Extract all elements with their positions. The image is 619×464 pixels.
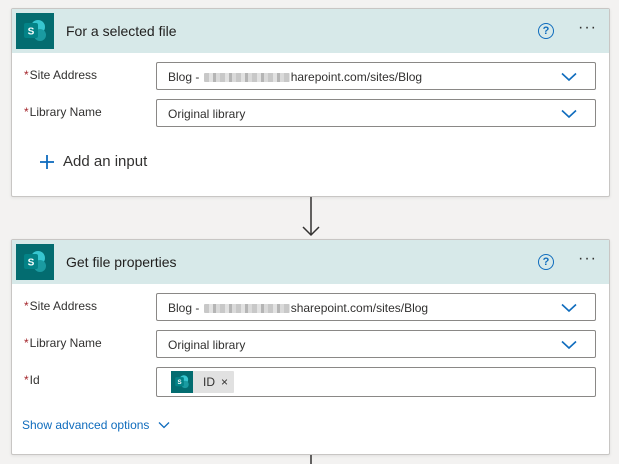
site-address-value: Blog - sharepoint.com/sites/Blog — [168, 301, 429, 315]
site-address-label: *Site Address — [24, 68, 98, 82]
trigger-library-name-row: *Library Name Original library — [12, 99, 609, 129]
question-circle-icon[interactable]: ? — [538, 23, 554, 39]
library-name-dropdown[interactable]: Original library — [156, 99, 596, 127]
close-icon[interactable]: × — [221, 375, 228, 389]
action-library-name-row: *Library Name Original library — [12, 330, 609, 360]
sharepoint-icon: S — [171, 371, 193, 393]
more-horizontal-icon[interactable]: ··· — [578, 19, 597, 37]
action-id-row: *Id S ID × — [12, 367, 609, 397]
required-marker: * — [24, 336, 29, 350]
plus-icon — [40, 154, 54, 169]
action-card-header[interactable]: S Get file properties ? ··· — [12, 240, 609, 284]
trigger-site-address-row: *Site Address Blog - harepoint.com/sites… — [12, 62, 609, 92]
chevron-down-icon — [158, 422, 170, 429]
site-address-value: Blog - harepoint.com/sites/Blog — [168, 70, 423, 84]
site-address-label: *Site Address — [24, 299, 98, 313]
id-token-label: ID — [203, 375, 215, 389]
more-horizontal-icon[interactable]: ··· — [578, 250, 597, 268]
sharepoint-icon: S — [16, 244, 54, 280]
chevron-down-icon[interactable] — [561, 109, 577, 119]
chevron-down-icon[interactable] — [561, 303, 577, 313]
required-marker: * — [24, 299, 29, 313]
site-address-dropdown[interactable]: Blog - harepoint.com/sites/Blog — [156, 62, 596, 90]
redacted-text — [203, 304, 290, 314]
svg-text:S: S — [28, 27, 35, 38]
chevron-down-icon[interactable] — [561, 340, 577, 350]
library-name-value: Original library — [168, 107, 246, 121]
action-site-address-row: *Site Address Blog - sharepoint.com/site… — [12, 293, 609, 323]
library-name-label: *Library Name — [24, 336, 102, 350]
redacted-text — [203, 73, 290, 83]
trigger-card: S For a selected file ? ··· *Site Addres… — [11, 8, 610, 197]
id-label: *Id — [24, 373, 40, 387]
required-marker: * — [24, 373, 29, 387]
question-circle-icon[interactable]: ? — [538, 254, 554, 270]
svg-text:S: S — [177, 379, 181, 386]
trigger-card-header[interactable]: S For a selected file ? ··· — [12, 9, 609, 53]
add-an-input-button[interactable]: Add an input — [40, 153, 147, 170]
action-card: S Get file properties ? ··· *Site Addres… — [11, 239, 610, 455]
add-an-input-label: Add an input — [63, 153, 148, 170]
svg-text:S: S — [28, 258, 35, 269]
required-marker: * — [24, 68, 29, 82]
show-advanced-options-label: Show advanced options — [22, 418, 150, 432]
id-token[interactable]: S ID × — [171, 371, 235, 393]
sharepoint-icon: S — [16, 13, 54, 49]
trigger-title: For a selected file — [66, 23, 177, 39]
action-title: Get file properties — [66, 254, 177, 270]
id-input[interactable]: S ID × — [156, 367, 596, 397]
library-name-value: Original library — [168, 338, 246, 352]
flow-connector-line — [310, 455, 312, 464]
chevron-down-icon[interactable] — [561, 72, 577, 82]
library-name-dropdown[interactable]: Original library — [156, 330, 596, 358]
required-marker: * — [24, 105, 29, 119]
show-advanced-options-link[interactable]: Show advanced options — [22, 418, 170, 432]
library-name-label: *Library Name — [24, 105, 102, 119]
flow-connector-arrow — [302, 197, 320, 237]
site-address-dropdown[interactable]: Blog - sharepoint.com/sites/Blog — [156, 293, 596, 321]
